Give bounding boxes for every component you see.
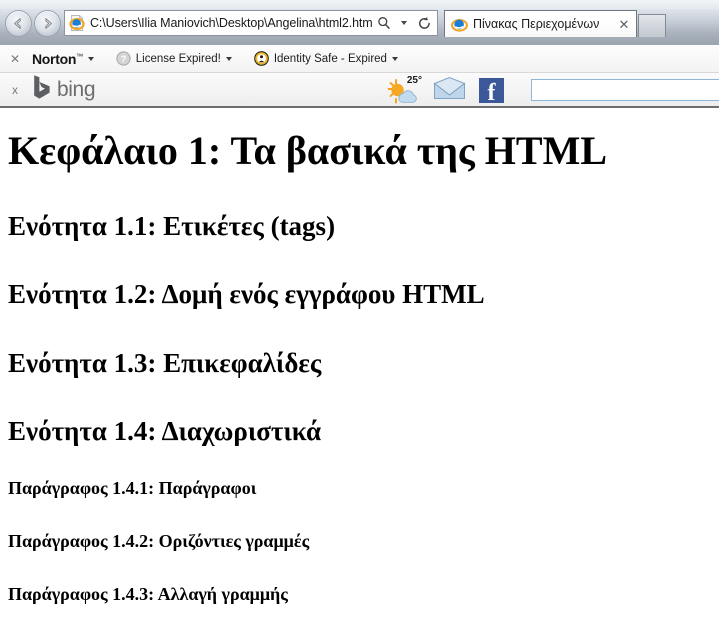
bing-toolbar: x bing 25° f — [0, 73, 719, 108]
search-icon[interactable] — [375, 13, 393, 33]
norton-identity-safe-item[interactable]: Identity Safe - Expired — [253, 51, 398, 66]
bing-search-input[interactable] — [531, 79, 719, 101]
browser-tab[interactable]: Πίνακας Περιεχομένων ✕ — [444, 10, 637, 37]
internet-explorer-icon — [68, 14, 86, 32]
identity-safe-icon — [253, 51, 269, 66]
title-bar-sheen — [0, 0, 719, 9]
internet-explorer-icon — [451, 16, 468, 33]
weather-temperature: 25° — [406, 74, 422, 86]
forward-button[interactable] — [34, 10, 61, 37]
close-icon[interactable]: ✕ — [6, 52, 24, 66]
norton-logo-text: Norton — [32, 50, 77, 67]
browser-title-bar: C:\Users\Ilia Maniovich\Desktop\Angelina… — [0, 0, 719, 45]
chevron-down-icon[interactable] — [87, 56, 94, 61]
sun-cloud-icon[interactable]: 25° — [386, 74, 422, 105]
svg-text:?: ? — [120, 54, 126, 65]
section-heading-1-2: Ενότητα 1.2: Δομή ενός εγγράφου HTML — [8, 279, 485, 310]
bing-toolbar-icons: 25° f — [386, 73, 504, 108]
section-heading-1-4-1: Παράγραφος 1.4.1: Παράγραφοι — [8, 478, 257, 499]
page-title: Κεφάλαιο 1: Τα βασικά της HTML — [8, 128, 608, 173]
facebook-icon[interactable]: f — [479, 78, 504, 106]
envelope-icon[interactable] — [433, 76, 466, 106]
section-heading-1-3: Ενότητα 1.3: Επικεφαλίδες — [8, 347, 322, 378]
back-button[interactable] — [5, 10, 32, 37]
chevron-down-icon[interactable] — [225, 56, 232, 61]
section-heading-1-4-3: Παράγραφος 1.4.3: Αλλαγή γραμμής — [8, 584, 288, 605]
address-bar-icons — [375, 13, 435, 33]
tab-title: Πίνακας Περιεχομένων — [473, 17, 600, 31]
forward-arrow-icon — [45, 18, 52, 29]
address-url-text: C:\Users\Ilia Maniovich\Desktop\Angelina… — [90, 16, 373, 30]
chevron-down-icon[interactable] — [391, 56, 398, 61]
section-heading-1-1: Ενότητα 1.1: Ετικέτες (tags) — [8, 211, 336, 241]
question-circle-icon: ? — [116, 51, 131, 66]
section-heading-1-4-2: Παράγραφος 1.4.2: Οριζόντιες γραμμές — [8, 531, 310, 552]
bing-logo[interactable]: bing — [32, 74, 96, 105]
close-icon[interactable]: ✕ — [616, 18, 632, 31]
bing-logo-text: bing — [57, 78, 96, 101]
norton-license-expired-item[interactable]: ? License Expired! — [116, 51, 232, 66]
norton-toolbar: ✕ Norton™ ? License Expired! Identity Sa… — [0, 45, 719, 73]
new-tab-button[interactable] — [638, 14, 666, 37]
tab-strip: Πίνακας Περιεχομένων ✕ — [444, 10, 666, 37]
back-arrow-icon — [14, 18, 21, 29]
section-heading-1-4: Ενότητα 1.4: Διαχωριστικά — [8, 416, 322, 447]
address-bar[interactable]: C:\Users\Ilia Maniovich\Desktop\Angelina… — [64, 10, 438, 36]
chevron-down-icon[interactable] — [395, 13, 413, 33]
page-content: Κεφάλαιο 1: Τα βασικά της HTML Ενότητα 1… — [0, 128, 719, 605]
refresh-icon[interactable] — [415, 13, 433, 33]
close-icon[interactable]: x — [6, 83, 24, 97]
norton-logo: Norton™ — [32, 51, 83, 67]
norton-license-label: License Expired! — [135, 52, 221, 65]
bing-logo-icon — [32, 74, 52, 105]
norton-trademark: ™ — [76, 52, 83, 60]
navigation-buttons — [5, 10, 61, 37]
facebook-letter: f — [487, 80, 496, 106]
norton-identity-safe-label: Identity Safe - Expired — [273, 52, 387, 65]
